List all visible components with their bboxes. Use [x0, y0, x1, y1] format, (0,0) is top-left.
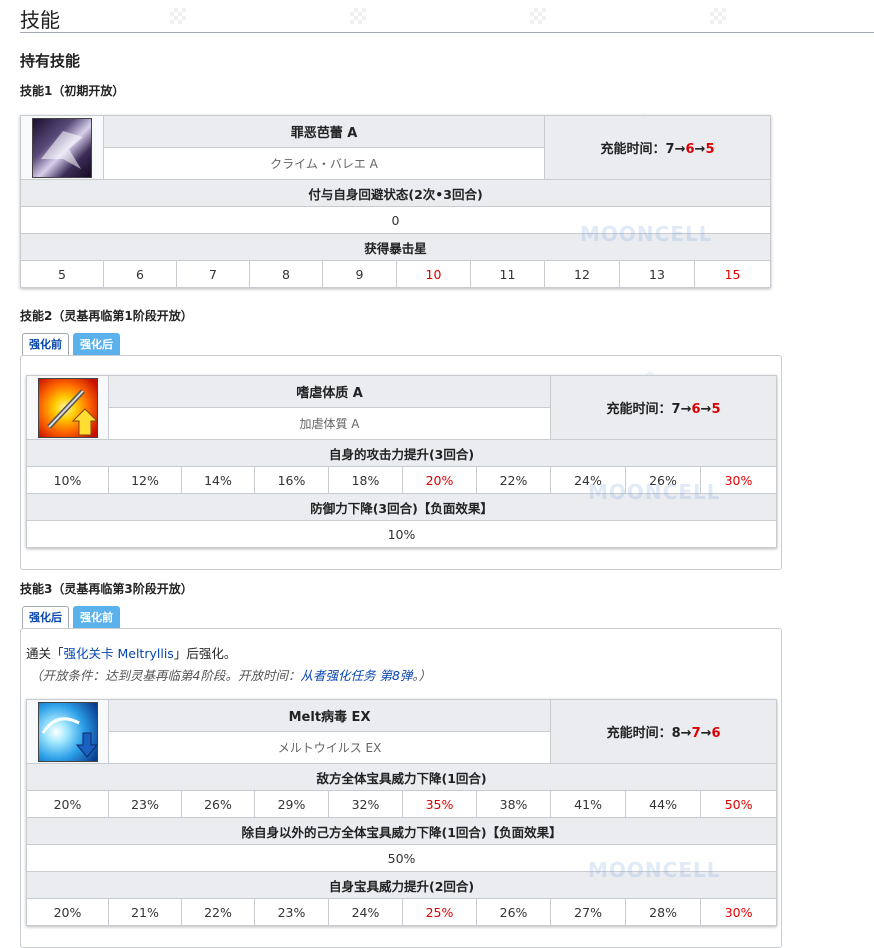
tab-before[interactable]: 强化前: [73, 606, 120, 628]
effect-value: 14%: [181, 466, 255, 494]
bg-pattern: [710, 8, 726, 24]
effect-value: 28%: [625, 898, 702, 926]
effect-label: 敌方全体宝具威力下降(1回合): [25, 763, 778, 791]
effect-value: 21%: [108, 898, 182, 926]
effect-value: 38%: [475, 790, 552, 818]
skill2-name: 嗜虐体质 A: [108, 375, 551, 408]
effect-value: 10%: [26, 466, 109, 494]
skill2-table: 嗜虐体质 A 充能时间：7→6→5 加虐体質 A 自身的攻击力提升(3回合) 1…: [25, 375, 778, 548]
effect-value: 32%: [328, 790, 403, 818]
unlock-note: （开放条件：达到灵基再临第4阶段。开放时间：从者强化任务 第8弹。）: [30, 668, 432, 683]
skill3-icon-cell: [26, 699, 109, 764]
effect-value: 16%: [254, 466, 329, 494]
bg-pattern: [530, 8, 546, 24]
effect-value: 25%: [402, 898, 477, 926]
effect-value: 6: [103, 260, 177, 288]
skill3-cooldown: 充能时间：8→7→6: [550, 699, 778, 764]
skill2-name-jp: 加虐体質 A: [108, 407, 551, 440]
skill3-name-jp: メルトウイルス EX: [107, 731, 552, 764]
effect-value: 30%: [700, 898, 778, 926]
effect-value: 44%: [625, 790, 702, 818]
effect-value: 11: [470, 260, 545, 288]
effect-value: 18%: [328, 466, 403, 494]
effect-value: 22%: [181, 898, 255, 926]
sword-up-icon: [37, 377, 98, 438]
effect-value: 35%: [402, 790, 477, 818]
effect-value: 20%: [26, 898, 109, 926]
effect-value: 41%: [550, 790, 627, 818]
effect-value: 27%: [550, 898, 627, 926]
skill2-cooldown: 充能时间：7→6→5: [549, 375, 778, 440]
unlock-condition: 通关「强化关卡 Meltryllis」后强化。: [26, 646, 237, 661]
effect-value: 8: [249, 260, 323, 288]
dancer-icon: [32, 117, 92, 178]
skill1-name-jp: クライム・バレエ A: [103, 147, 545, 180]
skill1-name: 罪恶芭蕾 A: [103, 115, 545, 148]
effect-value: 22%: [476, 466, 551, 494]
skill1-cooldown: 充能时间：7→6→5: [543, 115, 772, 180]
watermark: MOONCELL: [588, 480, 721, 504]
skill1-icon-cell: [20, 115, 104, 180]
skill3-table: Melt病毒 EX 充能时间：8→7→6 メルトウイルス EX 敌方全体宝具威力…: [25, 699, 778, 926]
effect-label: 除自身以外的己方全体宝具威力下降(1回合)【负面效果】: [25, 817, 778, 845]
effect-value: 9: [322, 260, 397, 288]
skill3-name: Melt病毒 EX: [107, 699, 552, 732]
bg-pattern: [170, 8, 186, 24]
effect-value: 23%: [254, 898, 329, 926]
watermark: MOONCELL: [588, 858, 721, 882]
watermark: MOONCELL: [580, 222, 713, 246]
skill1-heading: 技能1（初期开放）: [20, 84, 125, 98]
effect-value: 10: [396, 260, 471, 288]
effect-value: 10%: [25, 520, 778, 548]
quest-link[interactable]: 强化关卡 Meltryllis: [64, 646, 174, 661]
effect-value: 7: [176, 260, 250, 288]
effect-value: 26%: [475, 898, 552, 926]
tab-before[interactable]: 强化前: [22, 333, 69, 355]
skill3-tabs: 强化后 强化前: [22, 606, 120, 628]
skill3-heading: 技能3（灵基再临第3阶段开放）: [20, 582, 193, 596]
effect-value: 23%: [108, 790, 182, 818]
effect-value: 15: [693, 260, 772, 288]
wave-down-icon: [37, 701, 98, 762]
section-title: 持有技能: [20, 52, 81, 70]
skill2-heading: 技能2（灵基再临第1阶段开放）: [20, 309, 193, 323]
effect-label: 自身的攻击力提升(3回合): [25, 439, 778, 467]
effect-value: 24%: [328, 898, 403, 926]
effect-value: 13: [619, 260, 695, 288]
effect-value: 12%: [108, 466, 182, 494]
effect-value: 20%: [26, 790, 109, 818]
effect-value: 50%: [700, 790, 778, 818]
skill2-tabs: 强化前 强化后: [22, 333, 120, 355]
tab-after[interactable]: 强化后: [73, 333, 120, 355]
effect-value: 20%: [402, 466, 477, 494]
skill1-table: 罪恶芭蕾 A 充能时间：7→6→5 クライム・バレエ A 付与自身回避状态(2次…: [19, 115, 772, 288]
page-title: 技能: [20, 8, 60, 32]
tab-after[interactable]: 强化后: [22, 606, 69, 628]
effect-value: 26%: [181, 790, 255, 818]
bg-pattern: [350, 8, 366, 24]
effect-value: 29%: [254, 790, 329, 818]
mission-link[interactable]: 从者强化任务 第8弹: [300, 668, 412, 683]
effect-value: 12: [544, 260, 620, 288]
effect-value: 5: [20, 260, 104, 288]
title-divider: [20, 32, 874, 33]
skill2-icon-cell: [26, 375, 109, 440]
effect-label: 付与自身回避状态(2次•3回合): [19, 179, 772, 207]
